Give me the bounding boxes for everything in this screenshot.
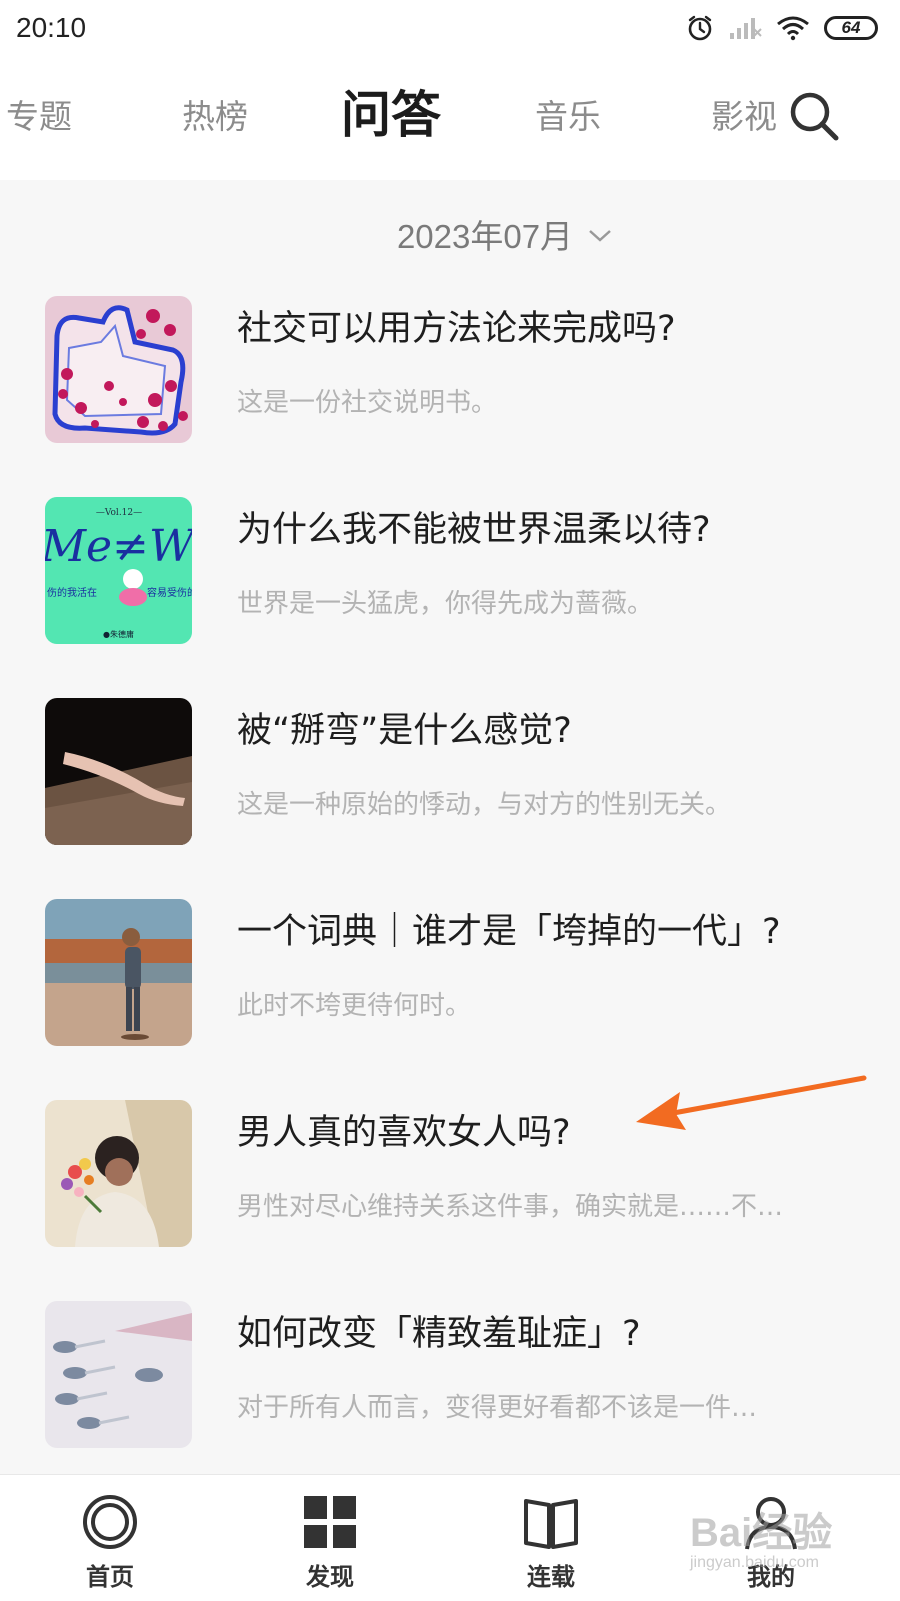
- list-item[interactable]: —Vol.12— Me≠W 伤的我活在 容易受伤的 ●朱德庸 为什么我不能被世界…: [0, 497, 900, 698]
- thumbnail-left-text: 伤的我活在: [47, 586, 97, 599]
- status-icons: 64: [686, 14, 878, 42]
- article-subtitle: 这是一份社交说明书。: [237, 388, 498, 418]
- tab-hot-list[interactable]: 热榜: [182, 100, 248, 133]
- home-circle-icon: [30, 1493, 190, 1551]
- article-title: 被“掰弯”是什么感觉?: [237, 711, 572, 751]
- tab-topics[interactable]: 专题: [6, 100, 72, 133]
- nav-home[interactable]: 首页: [30, 1493, 190, 1592]
- profile-icon: [691, 1493, 851, 1551]
- article-list: 社交可以用方法论来完成吗? 这是一份社交说明书。 —Vol.12— Me≠W 伤…: [0, 296, 900, 1474]
- status-bar: 20:10 64: [0, 0, 900, 64]
- nav-label: 发现: [306, 1563, 354, 1591]
- tab-music[interactable]: 音乐: [535, 100, 601, 133]
- month-label: 2023年07月: [396, 218, 574, 255]
- tab-film-tv[interactable]: 影视: [711, 100, 777, 133]
- thumbnail-author-text: ●朱德庸: [103, 629, 134, 639]
- bottom-nav: 首页 发现 连载 我的: [0, 1474, 900, 1601]
- article-title: 如何改变「精致羞耻症」?: [237, 1314, 641, 1354]
- article-subtitle: 这是一种原始的悸动，与对方的性别无关。: [237, 790, 732, 820]
- nav-label: 我的: [747, 1563, 795, 1591]
- article-thumbnail: —Vol.12— Me≠W 伤的我活在 容易受伤的 ●朱德庸: [45, 497, 192, 644]
- month-picker[interactable]: 2023年07月: [0, 210, 900, 258]
- list-item[interactable]: 社交可以用方法论来完成吗? 这是一份社交说明书。: [0, 296, 900, 497]
- annotation-arrow-icon: [636, 1075, 867, 1130]
- discover-grid-icon: [250, 1493, 410, 1551]
- battery-icon: 64: [824, 16, 878, 40]
- article-subtitle: 世界是一头猛虎，你得先成为蔷薇。: [237, 589, 654, 619]
- nav-label: 首页: [86, 1563, 134, 1591]
- thumbnail-vol-text: —Vol.12—: [96, 508, 142, 518]
- article-thumbnail: [45, 1301, 192, 1448]
- article-title: 为什么我不能被世界温柔以待?: [237, 510, 711, 550]
- status-time: 20:10: [16, 12, 87, 43]
- signal-icon: [728, 15, 762, 41]
- thumbnail-big-text: Me≠W: [45, 521, 192, 572]
- nav-mine[interactable]: 我的: [691, 1493, 851, 1592]
- article-subtitle: 男性对尽心维持关系这件事，确实就是……不…: [237, 1192, 784, 1222]
- book-icon: [471, 1493, 631, 1551]
- tab-qa[interactable]: 问答: [341, 90, 441, 140]
- nav-discover[interactable]: 发现: [250, 1493, 410, 1592]
- list-item[interactable]: 如何改变「精致羞耻症」? 对于所有人而言，变得更好看都不该是一件…: [0, 1301, 900, 1474]
- top-tab-bar: 专题 热榜 问答 音乐 影视: [0, 64, 900, 180]
- alarm-icon: [686, 14, 714, 42]
- nav-label: 连载: [527, 1563, 575, 1591]
- search-icon[interactable]: [788, 90, 842, 144]
- list-item[interactable]: 被“掰弯”是什么感觉? 这是一种原始的悸动，与对方的性别无关。: [0, 698, 900, 899]
- wifi-icon: [776, 15, 810, 41]
- article-thumbnail: [45, 698, 192, 845]
- article-title: 一个词典｜谁才是「垮掉的一代」?: [237, 912, 781, 952]
- nav-serial[interactable]: 连载: [471, 1493, 631, 1592]
- article-title: 社交可以用方法论来完成吗?: [237, 309, 676, 349]
- thumbnail-right-text: 容易受伤的: [147, 586, 192, 599]
- chevron-down-icon: [587, 215, 613, 253]
- article-thumbnail: [45, 296, 192, 443]
- article-thumbnail: [45, 899, 192, 1046]
- article-subtitle: 此时不垮更待何时。: [237, 991, 472, 1021]
- content-area: 2023年07月 社交可以用方法论来完成吗? 这是一份社交说明书。 —Vol.1…: [0, 180, 900, 1474]
- article-thumbnail: [45, 1100, 192, 1247]
- article-subtitle: 对于所有人而言，变得更好看都不该是一件…: [237, 1393, 758, 1423]
